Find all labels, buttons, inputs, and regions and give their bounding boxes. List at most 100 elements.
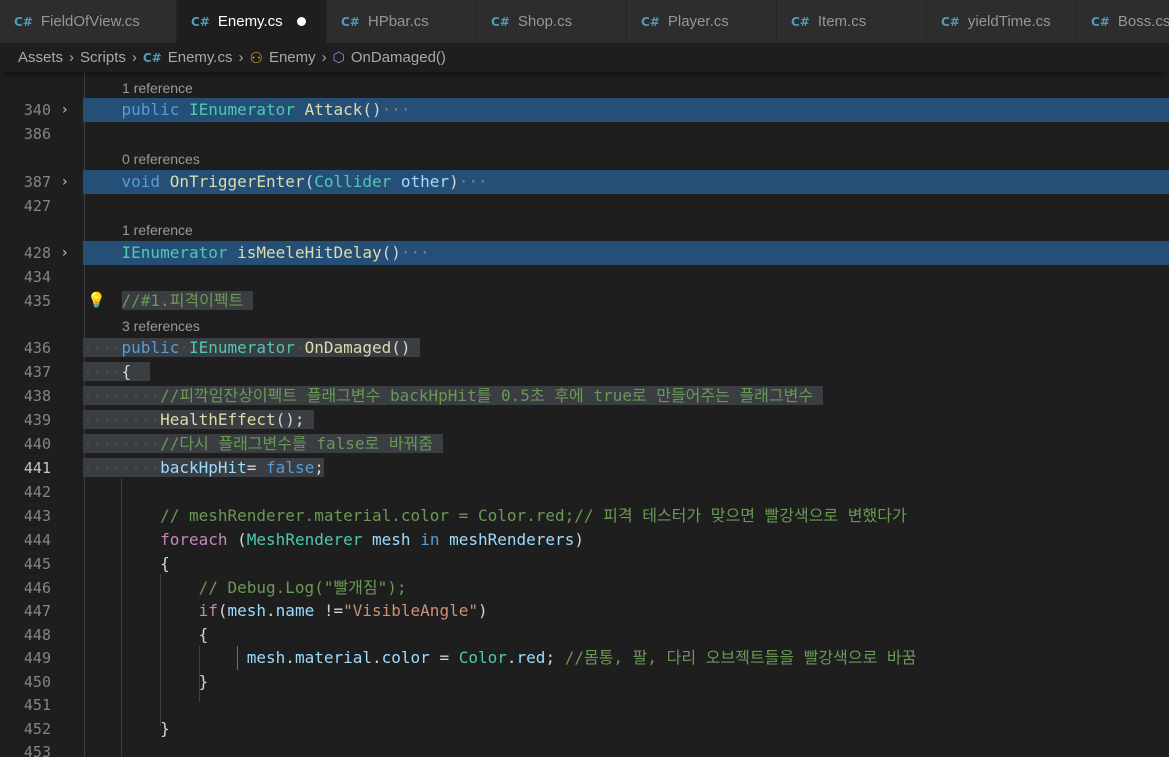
csharp-file-icon: C# (641, 14, 660, 29)
code-text[interactable]: } (83, 670, 1169, 694)
breadcrumb-file[interactable]: C# Enemy.cs (143, 49, 233, 66)
chevron-right-icon[interactable]: › (62, 241, 68, 265)
code-line-387: 387 › void OnTriggerEnter(Collider other… (0, 170, 1169, 194)
tab-label: Player.cs (667, 13, 729, 30)
line-number: 452 (23, 720, 51, 738)
tab-item[interactable]: C# Item.cs (777, 0, 927, 43)
code-text[interactable]: // Debug.Log("빨개짐"); (83, 576, 1169, 600)
code-text[interactable]: IEnumerator isMeeleHitDelay()··· (83, 241, 1169, 265)
code-line-441: 441 ········backHpHit= false; (0, 456, 1169, 480)
tab-shop[interactable]: C# Shop.cs (477, 0, 627, 43)
tab-hpbar[interactable]: C# HPbar.cs (327, 0, 477, 43)
breadcrumb-class[interactable]: ⚇ Enemy (249, 49, 315, 67)
codelens-references[interactable]: 1 reference (122, 218, 193, 242)
codelens-references[interactable]: 3 references (122, 314, 200, 338)
csharp-file-icon: C# (491, 14, 510, 29)
code-text[interactable]: foreach (MeshRenderer mesh in meshRender… (83, 528, 1169, 552)
csharp-file-icon: C# (1091, 14, 1110, 29)
chevron-right-icon[interactable]: › (62, 98, 68, 122)
tab-label: Shop.cs (517, 13, 573, 30)
code-text[interactable]: { (83, 552, 1169, 576)
chevron-right-icon: › (69, 49, 75, 66)
line-number: 427 (23, 197, 51, 215)
code-text[interactable]: if(mesh.name !="VisibleAngle") (83, 599, 1169, 623)
line-number: 449 (23, 649, 51, 667)
code-text[interactable]: ········//다시 플래그변수를 false로 바꿔줌 (83, 432, 1169, 456)
code-line-437: 437 ····{ (0, 360, 1169, 384)
unsaved-changes-dot-icon[interactable] (297, 17, 306, 26)
method-symbol-icon: ⬡ (332, 49, 345, 66)
tab-label: Enemy.cs (217, 13, 283, 30)
line-number: 387 (23, 173, 51, 191)
csharp-file-icon: C# (341, 14, 360, 29)
folded-ellipsis: ··· (381, 100, 411, 119)
breadcrumb-scripts[interactable]: Scripts (80, 49, 126, 66)
class-symbol-icon: ⚇ (249, 48, 263, 67)
breadcrumb-method[interactable]: ⬡ OnDamaged() (333, 49, 446, 66)
code-text[interactable]: public IEnumerator Attack()··· (83, 98, 1169, 122)
code-line-427: 427 (0, 194, 1169, 218)
csharp-file-icon: C# (941, 14, 960, 29)
code-text[interactable]: ········HealthEffect(); (83, 408, 1169, 432)
chevron-right-icon[interactable]: › (62, 170, 68, 194)
csharp-file-icon: C# (142, 50, 162, 65)
line-number: 437 (23, 363, 51, 381)
tab-player[interactable]: C# Player.cs (627, 0, 777, 43)
code-text[interactable]: ····public·IEnumerator·OnDamaged() (83, 336, 1169, 360)
code-line-453: 453 (0, 740, 1169, 757)
code-line-450: 450 } (0, 670, 1169, 694)
codelens-references[interactable]: 0 references (122, 147, 200, 171)
line-number: 428 (23, 244, 51, 262)
line-number: 340 (23, 101, 51, 119)
code-line-444: 444 foreach (MeshRenderer mesh in meshRe… (0, 528, 1169, 552)
code-editor[interactable]: 1 reference 340 › public IEnumerator Att… (0, 72, 1169, 757)
line-number: 434 (23, 268, 51, 286)
code-line-442: 442 (0, 480, 1169, 504)
line-number: 436 (23, 339, 51, 357)
code-line-436: 436 ····public·IEnumerator·OnDamaged() (0, 336, 1169, 360)
csharp-file-icon: C# (791, 14, 810, 29)
line-number: 386 (23, 125, 51, 143)
code-text[interactable]: ····{ (83, 360, 1169, 384)
code-line-435: 435 💡 //#1.피격이펙트 (0, 289, 1169, 313)
line-number: 435 (23, 292, 51, 310)
code-line-451: 451 (0, 693, 1169, 717)
code-text[interactable]: } (83, 717, 1169, 741)
tab-yieldtime[interactable]: C# yieldTime.cs (927, 0, 1077, 43)
tab-label: FieldOfView.cs (40, 13, 140, 30)
code-line-445: 445 { (0, 552, 1169, 576)
code-line-434: 434 (0, 265, 1169, 289)
chevron-right-icon: › (321, 49, 327, 66)
line-number: 439 (23, 411, 51, 429)
code-line-439: 439 ········HealthEffect(); (0, 408, 1169, 432)
line-number: 451 (23, 696, 51, 714)
code-text[interactable]: //#1.피격이펙트 (83, 289, 1169, 313)
chevron-right-icon: › (238, 49, 244, 66)
line-number: 448 (23, 626, 51, 644)
line-number: 438 (23, 387, 51, 405)
code-text[interactable]: { (83, 623, 1169, 647)
tab-label: Boss.cs (1117, 13, 1169, 30)
code-text[interactable]: ········//피깍임잔상이펙트 플래그변수 backHpHit를 0.5초… (83, 384, 1169, 408)
breadcrumb-class-label: Enemy (268, 49, 316, 66)
line-number: 450 (23, 673, 51, 691)
tab-boss[interactable]: C# Boss.cs (1077, 0, 1169, 43)
editor-tab-bar: C# FieldOfView.cs C# Enemy.cs C# HPbar.c… (0, 0, 1169, 43)
line-number: 443 (23, 507, 51, 525)
code-line-443: 443 // meshRenderer.material.color = Col… (0, 504, 1169, 528)
codelens-references[interactable]: 1 reference (122, 76, 193, 100)
csharp-file-icon: C# (191, 14, 210, 29)
code-line-448: 448 { (0, 623, 1169, 647)
code-line-438: 438 ········//피깍임잔상이펙트 플래그변수 backHpHit를 … (0, 384, 1169, 408)
breadcrumb-assets[interactable]: Assets (18, 49, 63, 66)
code-text[interactable]: void OnTriggerEnter(Collider other)··· (83, 170, 1169, 194)
code-text[interactable]: mesh.material.color = Color.red; //몸통, 팔… (83, 646, 1169, 670)
code-line-449: 449 mesh.material.color = Color.red; //몸… (0, 646, 1169, 670)
breadcrumb: Assets › Scripts › C# Enemy.cs › ⚇ Enemy… (0, 43, 1169, 72)
tab-enemy[interactable]: C# Enemy.cs (177, 0, 327, 43)
folded-ellipsis: ··· (400, 243, 430, 262)
code-line-440: 440 ········//다시 플래그변수를 false로 바꿔줌 (0, 432, 1169, 456)
code-text[interactable]: // meshRenderer.material.color = Color.r… (83, 504, 1169, 528)
code-text[interactable]: ········backHpHit= false; (83, 456, 1169, 480)
tab-fieldofview[interactable]: C# FieldOfView.cs (0, 0, 177, 43)
